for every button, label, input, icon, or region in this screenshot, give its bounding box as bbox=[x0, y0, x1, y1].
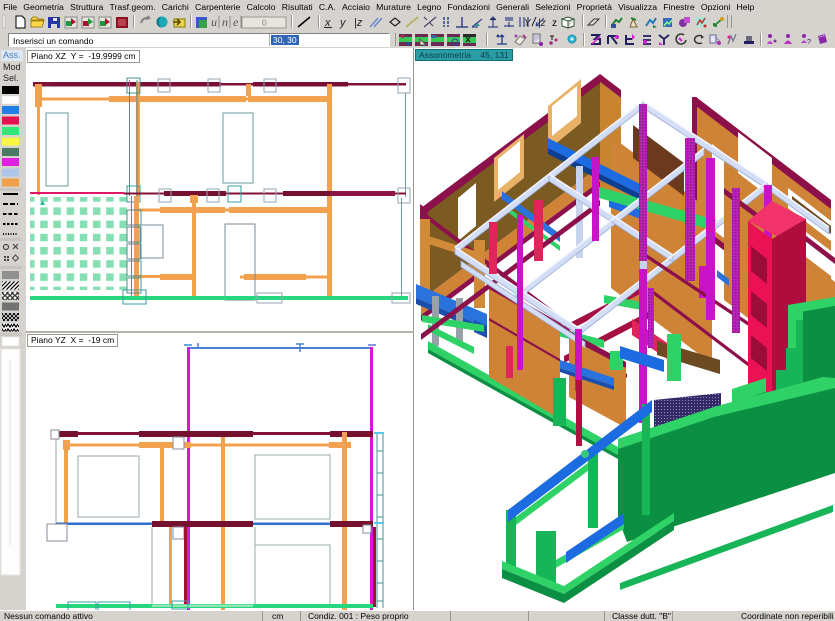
svg-text:0: 0 bbox=[262, 18, 267, 28]
svg-text:z: z bbox=[552, 18, 557, 29]
svg-text:e: e bbox=[233, 15, 239, 29]
svg-text:|z: |z bbox=[354, 17, 363, 29]
svg-text:|z: |z bbox=[538, 18, 546, 29]
svg-text:?: ? bbox=[807, 39, 811, 46]
svg-text:y: y bbox=[339, 17, 347, 29]
svg-text:Y: Y bbox=[524, 18, 532, 29]
svg-text:n: n bbox=[222, 15, 228, 29]
svg-text:u: u bbox=[211, 15, 217, 29]
